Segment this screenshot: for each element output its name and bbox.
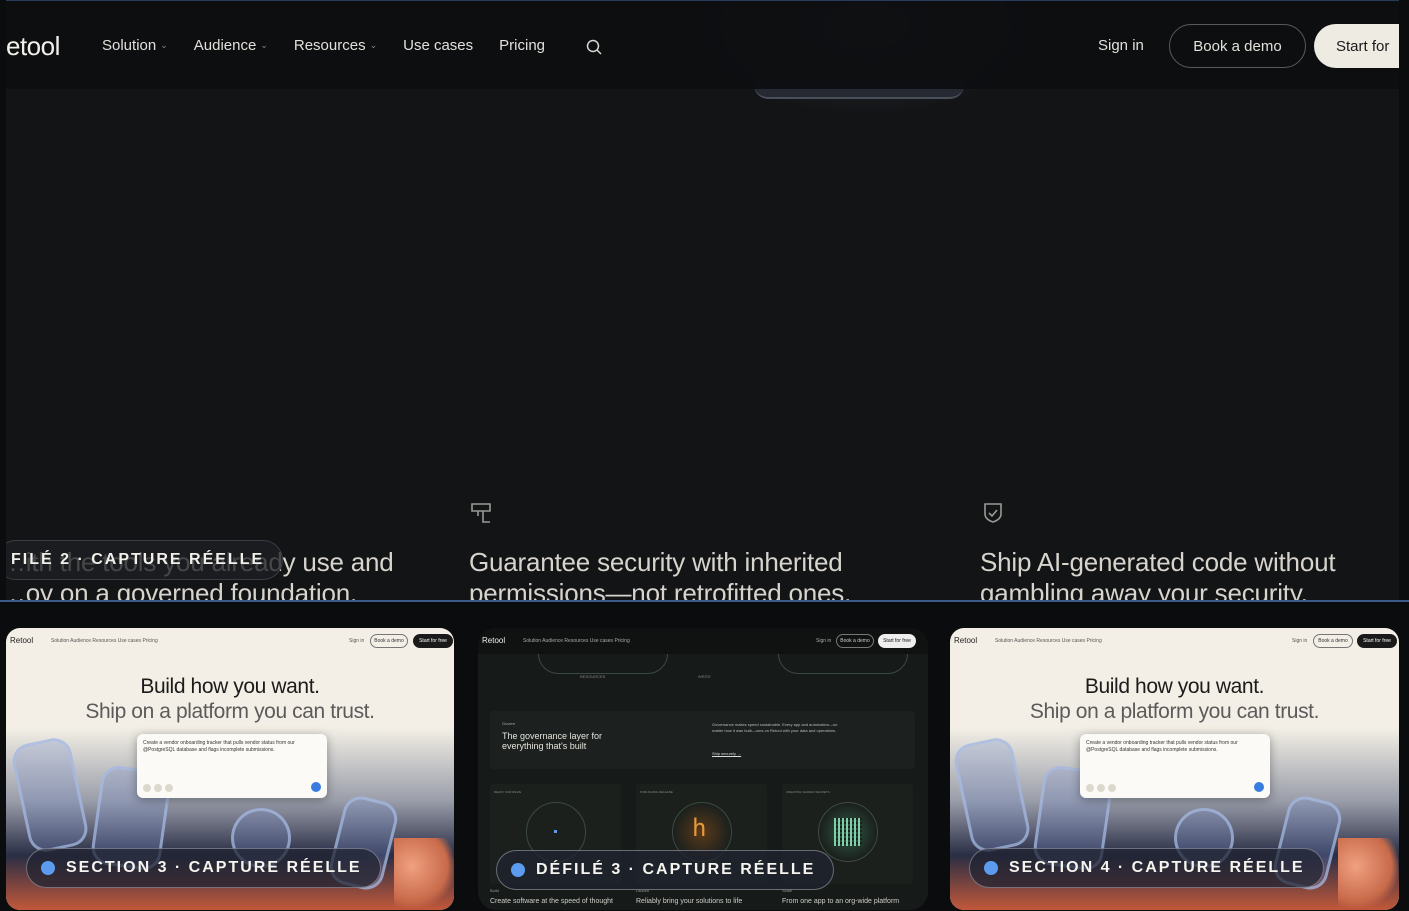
logo[interactable]: etool [6, 31, 60, 62]
nav-item-resources[interactable]: Resources ⌄ [294, 37, 377, 54]
thumb-menu: Solution Audience Resources Use cases Pr… [523, 638, 630, 644]
send-icon[interactable] [1254, 782, 1264, 792]
hero-title: Build how you want. [1084, 675, 1265, 698]
prompt-card[interactable]: Create a vendor onboarding tracker that … [1080, 734, 1270, 798]
h-glyph: h [692, 814, 707, 842]
nav-item-label: Pricing [499, 37, 546, 54]
thumb-sign-in: Sign in [349, 638, 365, 644]
feature-3-line1: Ship AI-generated code without [980, 547, 1336, 577]
capture-tag: SECTION 3 · CAPTURE RÉELLE [26, 848, 381, 888]
thumb-start: Start for free [413, 634, 453, 648]
thumb-menu: Solution Audience Resources Use cases Pr… [51, 638, 158, 644]
thumb-menu: Solution Audience Resources Use cases Pr… [995, 638, 1102, 644]
grid-pattern [834, 818, 862, 846]
nav-item-solution[interactable]: Solution ⌄ [102, 37, 168, 54]
send-icon[interactable] [311, 782, 321, 792]
sign-in-link[interactable]: Sign in [1098, 37, 1144, 54]
panel-label: READY FOR REVIE [494, 790, 522, 794]
prompt-card[interactable]: Create a vendor onboarding tracker that … [137, 734, 327, 798]
thumb-book-demo: Book a demo [836, 634, 874, 648]
panel-label: CREATING SHARED SECRETS [786, 790, 830, 794]
window-icon [471, 503, 491, 523]
thumb-logo: Retool [954, 636, 978, 645]
govern-body: Governance makes speed sustainable. Ever… [712, 722, 838, 733]
nav-menu: Solution ⌄ Audience ⌄ Resources ⌄ Use cases… [102, 37, 571, 54]
ship-securely-link[interactable]: Ship securely → [712, 751, 741, 756]
dot-icon [41, 861, 55, 875]
prompt-tools [1086, 784, 1116, 792]
dot-icon [511, 863, 525, 877]
thumb-nav: Retool Solution Audience Resources Use c… [478, 628, 928, 654]
panel-dot [554, 830, 557, 833]
build-text: Create software at the speed of thought [490, 898, 613, 905]
panel-label: PUBLISHING RELEASE [640, 790, 673, 794]
chevron-down-icon: ⌄ [160, 40, 168, 50]
screenshot-collage: etool Solution ⌄ Audience ⌄ Resources ⌄ Use… [0, 0, 1409, 911]
govern-card: Govern The governance layer for everythi… [490, 711, 915, 769]
thumb-start: Start for free [878, 634, 916, 648]
thumb-logo: Retool [482, 636, 506, 645]
thumb-sign-in: Sign in [1292, 638, 1308, 644]
capture-tag: DÉFILÉ 3 · CAPTURE RÉELLE [496, 850, 835, 890]
chevron-down-icon: ⌄ [260, 40, 268, 50]
capture-tag: FILÉ 2 · CAPTURE RÉELLE [6, 540, 284, 580]
prompt-text: Create a vendor onboarding tracker that … [143, 740, 295, 753]
hand-illustration [394, 838, 454, 908]
feature-2-line2: permissions—not retrofitted ones. [469, 578, 852, 600]
prompt-text: Create a vendor onboarding tracker that … [1086, 740, 1238, 753]
chevron-down-icon: ⌄ [369, 40, 378, 50]
resources-arc [538, 654, 668, 674]
feature-1-line2: …oy on a governed foundation. [6, 578, 358, 600]
shield-check-icon [984, 503, 1002, 523]
nav-item-audience[interactable]: Audience ⌄ [194, 37, 268, 54]
resources-label: RESOURCES [580, 674, 606, 679]
nav-item-label: Solution [102, 37, 157, 54]
attach-icon[interactable] [1086, 784, 1094, 792]
build-label: Build [490, 888, 499, 893]
dot-icon [984, 861, 998, 875]
section-divider [0, 600, 1409, 602]
thumb-nav: Retool Solution Audience Resources Use c… [6, 628, 454, 654]
shuffle-icon[interactable] [165, 784, 173, 792]
thumb-start: Start for free [1357, 634, 1397, 648]
capture-tag: SECTION 4 · CAPTURE RÉELLE [969, 848, 1324, 888]
nav-item-label: Resources [293, 37, 366, 54]
hero-subtitle: Ship on a platform you can trust. [85, 700, 375, 723]
thumb-nav: Retool Solution Audience Resources Use c… [950, 628, 1399, 654]
hero-subtitle: Ship on a platform you can trust. [1029, 700, 1320, 723]
nav-item-use-cases[interactable]: Use cases [403, 37, 473, 54]
top-nav: etool Solution ⌄ Audience ⌄ Resources ⌄ Use… [6, 1, 1399, 89]
thumb-book-demo: Book a demo [370, 634, 408, 648]
thumb-logo: Retool [10, 636, 34, 645]
database-icon[interactable] [154, 784, 162, 792]
prompt-tools [143, 784, 173, 792]
shuffle-icon[interactable] [1108, 784, 1116, 792]
thumbnail-section-4[interactable]: Retool Solution Audience Resources Use c… [950, 628, 1399, 910]
scale-text: From one app to an org-wide platform [782, 898, 900, 905]
govern-label: Govern [502, 721, 516, 726]
main-capture: etool Solution ⌄ Audience ⌄ Resources ⌄ Use… [6, 0, 1399, 600]
launch-text: Reliably bring your solutions to life [636, 898, 743, 905]
hero-title: Build how you want. [140, 675, 320, 698]
attach-icon[interactable] [143, 784, 151, 792]
thumbnail-scroll-3[interactable]: Retool Solution Audience Resources Use c… [478, 628, 928, 910]
govern-title: The governance layer for everything that… [502, 731, 603, 751]
thumbnail-section-3[interactable]: Retool Solution Audience Resources Use c… [6, 628, 454, 910]
feature-3-line2: gambling away your security. [980, 578, 1308, 600]
write-arc [778, 654, 908, 674]
nav-item-label: Audience [193, 37, 257, 54]
search-icon[interactable] [586, 39, 602, 55]
write-label: WRITE [698, 674, 711, 679]
book-demo-button[interactable]: Book a demo [1169, 24, 1306, 68]
thumb-sign-in: Sign in [816, 638, 832, 644]
thumb-book-demo: Book a demo [1313, 634, 1353, 648]
start-free-button[interactable]: Start for [1314, 24, 1399, 68]
hand-illustration [1338, 838, 1398, 908]
nav-item-pricing[interactable]: Pricing [499, 37, 545, 54]
nav-item-label: Use cases [403, 37, 474, 54]
database-icon[interactable] [1097, 784, 1105, 792]
feature-2-line1: Guarantee security with inherited [469, 547, 843, 577]
